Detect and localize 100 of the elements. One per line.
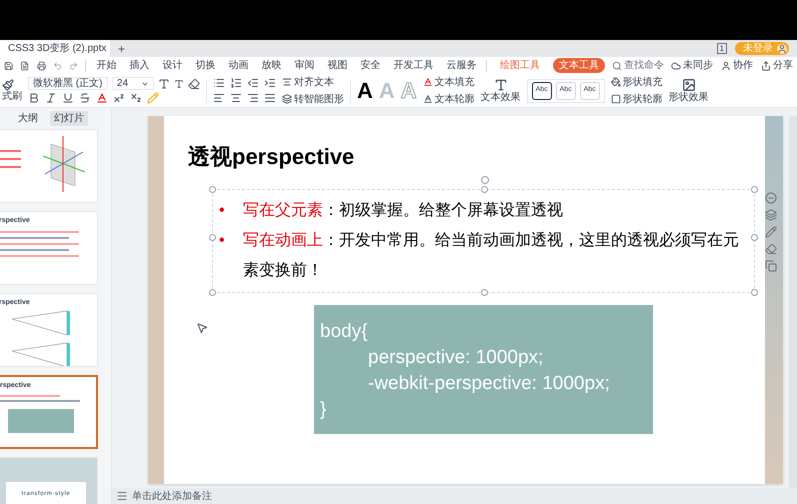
pen-icon[interactable] [765,226,777,238]
square-icon [610,94,621,104]
menu-tab[interactable]: 开始 [93,58,120,73]
subscript-icon[interactable] [130,92,142,104]
menu-tab[interactable]: 插入 [126,58,152,73]
resize-handle[interactable] [209,186,216,193]
paint-bucket-icon [610,77,621,87]
action-icon [721,60,732,70]
print-icon[interactable] [36,60,46,72]
bullet-icon: • [219,226,243,286]
size-select[interactable]: 24 [112,77,154,90]
resize-handle[interactable] [751,234,758,241]
font-select[interactable]: 微软雅黑 (正文) [28,77,108,90]
text-line-drawing [0,150,21,152]
menu-tab[interactable]: 开发工具 [390,58,436,73]
format-painter-button[interactable]: 式刷 [2,79,22,102]
wordart-style[interactable]: A [357,80,373,102]
code-line: -webkit-perspective: 1000px; [367,372,611,396]
slide-thumbnail[interactable] [0,129,98,203]
resize-handle[interactable] [481,186,488,193]
new-tab-button[interactable]: + [118,40,126,58]
text-line-drawing [0,248,69,250]
resize-handle[interactable] [751,289,758,296]
strikethrough-icon[interactable] [79,92,91,104]
rotate-handle[interactable] [481,176,489,184]
menu-tab[interactable]: 安全 [357,58,384,73]
image-icon [682,78,696,92]
panel-tab[interactable]: 幻灯片 [50,111,88,126]
font-color-icon[interactable] [96,92,108,104]
text-line-drawing [0,236,69,238]
file-tab[interactable]: CSS3 3D变形 (2).pptx [0,40,110,57]
outline-icon [422,94,433,104]
bullet-text: 写在父元素：初级掌握。给整个屏幕设置透视 [243,200,563,221]
text-outline-button[interactable]: 文本轮廓 [422,92,475,106]
align-left-icon[interactable] [213,92,225,104]
font-color-icon [422,77,433,87]
collapse-icon[interactable] [765,192,777,204]
undo-icon[interactable] [52,60,62,72]
menu-tab[interactable]: 审阅 [291,58,318,73]
brush-icon [2,79,14,91]
redo-icon[interactable] [69,60,78,72]
eraser-icon[interactable] [188,78,200,90]
text-line-drawing [0,158,21,160]
code-line: } [320,398,328,422]
document-icon[interactable] [20,60,30,72]
shape-fill-button[interactable]: 形状填充 [610,74,663,90]
resize-handle[interactable] [209,289,216,296]
shape-outline-button[interactable]: 形状轮廓 [610,92,663,106]
save-icon[interactable] [4,60,14,72]
align-center-icon[interactable] [230,92,242,104]
diagram-icon [282,94,292,104]
code-line: body{ [320,320,369,344]
code-block-drawing [8,408,74,432]
bold-icon[interactable] [28,92,40,104]
superscript-icon[interactable] [113,92,125,104]
toolbar-action[interactable]: 协作 [721,58,754,73]
justify-icon[interactable] [264,92,276,104]
menu-tab[interactable]: 设计 [159,58,186,73]
action-icon [761,60,772,70]
grow-font-icon[interactable] [158,78,170,90]
search-icon [612,60,622,70]
notes-placeholder[interactable]: 单击此处添加备注 [132,488,212,504]
file-name: CSS3 3D变形 (2).pptx [8,42,106,56]
text-line-drawing [0,394,60,396]
window-count[interactable]: 1 [716,43,727,54]
text-effect-button[interactable]: 文本效果 [480,78,521,103]
bullet-text: 写在动画上：开发中常用。给当前动画加透视，这里的透视必须写在元素变换前！ [243,230,740,281]
text-fill-button[interactable]: 文本填充 [422,74,475,90]
toolbar-action[interactable]: 分享 [761,58,794,73]
toolbar-action[interactable]: 未同步 [671,58,714,73]
code-line: perspective: 1000px; [367,346,544,370]
panel-tab[interactable]: 大纲 [14,111,42,126]
outdent-icon[interactable] [247,77,259,89]
align-icon [282,77,292,87]
avatar-icon [777,44,787,54]
text-effect-icon [494,78,508,92]
smart-art-button[interactable]: 转智能图形 [282,92,344,106]
menu-tab[interactable]: 放映 [258,58,284,73]
layers-icon[interactable] [765,209,777,221]
resize-handle[interactable] [751,186,758,193]
align-right-icon[interactable] [247,92,259,104]
menu-tab[interactable]: 视图 [324,58,350,73]
action-icon [671,60,682,70]
mouse-pointer-icon [196,322,208,334]
italic-icon[interactable] [45,92,57,104]
resize-handle[interactable] [481,289,488,296]
shape-effect-button[interactable]: 形状效果 [668,78,709,103]
indent-icon[interactable] [264,77,276,89]
numbered-list-icon[interactable] [230,77,242,89]
notes-icon [116,490,128,502]
command-search[interactable]: 查找命令 [612,58,664,73]
shrink-font-icon[interactable] [174,78,184,88]
menu-tab[interactable]: 动画 [225,58,252,73]
resize-handle[interactable] [209,234,216,241]
align-text-button[interactable]: 对齐文本 [282,74,344,90]
menu-tab[interactable]: 云服务 [443,58,480,73]
underline-icon[interactable] [62,92,74,104]
copy-icon[interactable] [765,260,777,272]
text-line-drawing [0,166,21,168]
menu-tab[interactable]: 切换 [192,58,218,73]
